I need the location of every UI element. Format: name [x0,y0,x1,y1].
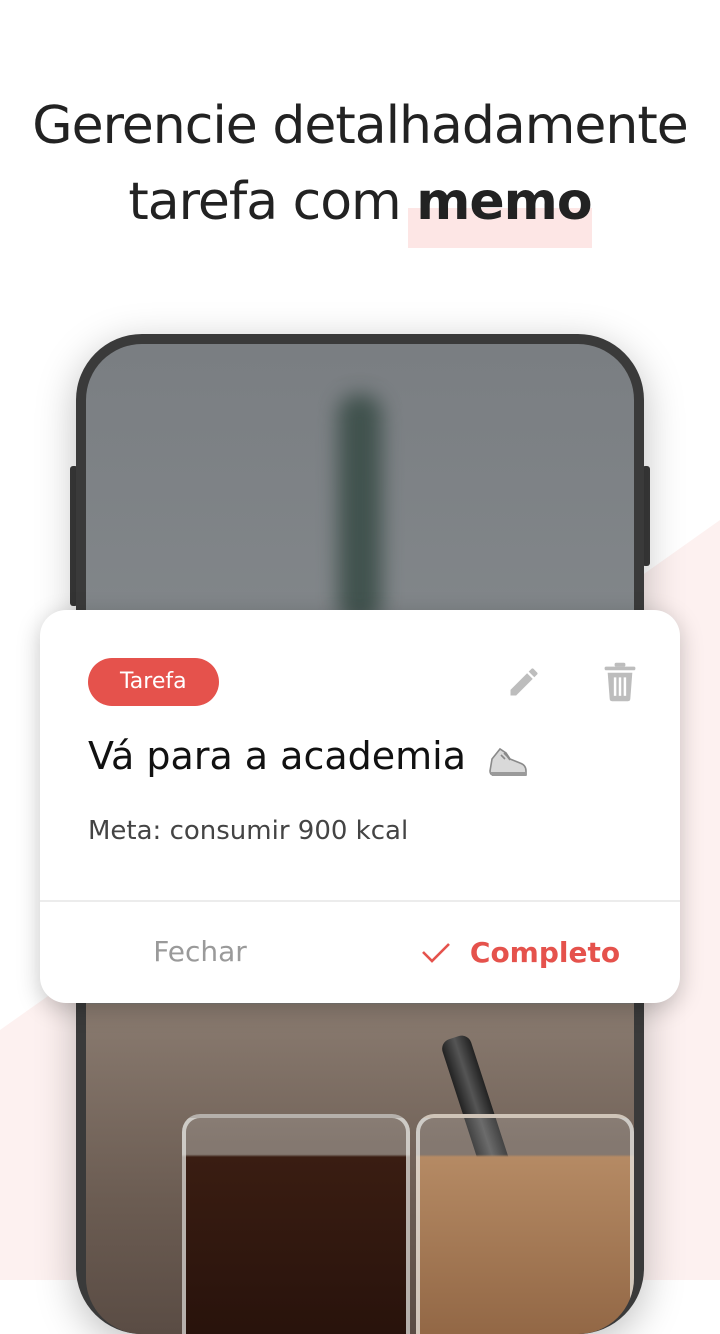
headline-line2: tarefa com memo [0,164,720,240]
check-icon [420,940,452,964]
edit-button[interactable] [502,660,546,704]
complete-button[interactable]: Completo [360,902,680,1002]
task-title-row: Vá para a academia [88,734,530,781]
trash-icon [604,662,636,702]
headline-line2-prefix: tarefa com [128,172,417,232]
headline: Gerencie detalhadamente tarefa com memo [0,88,720,240]
task-type-badge: Tarefa [88,658,219,706]
coffee-cup-dark [182,1114,410,1334]
complete-button-label: Completo [469,935,621,969]
sneaker-icon [489,747,527,776]
background-blur-object [338,394,382,624]
task-dialog: Tarefa Vá para a academia Meta: consumir… [40,610,680,1003]
headline-strong-word: memo [416,172,592,232]
delete-button[interactable] [598,660,642,704]
task-title: Vá para a academia [88,734,466,778]
task-memo: Meta: consumir 900 kcal [88,816,409,846]
pencil-icon [510,668,538,696]
close-button[interactable]: Fechar [40,902,360,1002]
coffee-cup-latte [416,1114,634,1334]
headline-line1: Gerencie detalhadamente [32,96,688,156]
